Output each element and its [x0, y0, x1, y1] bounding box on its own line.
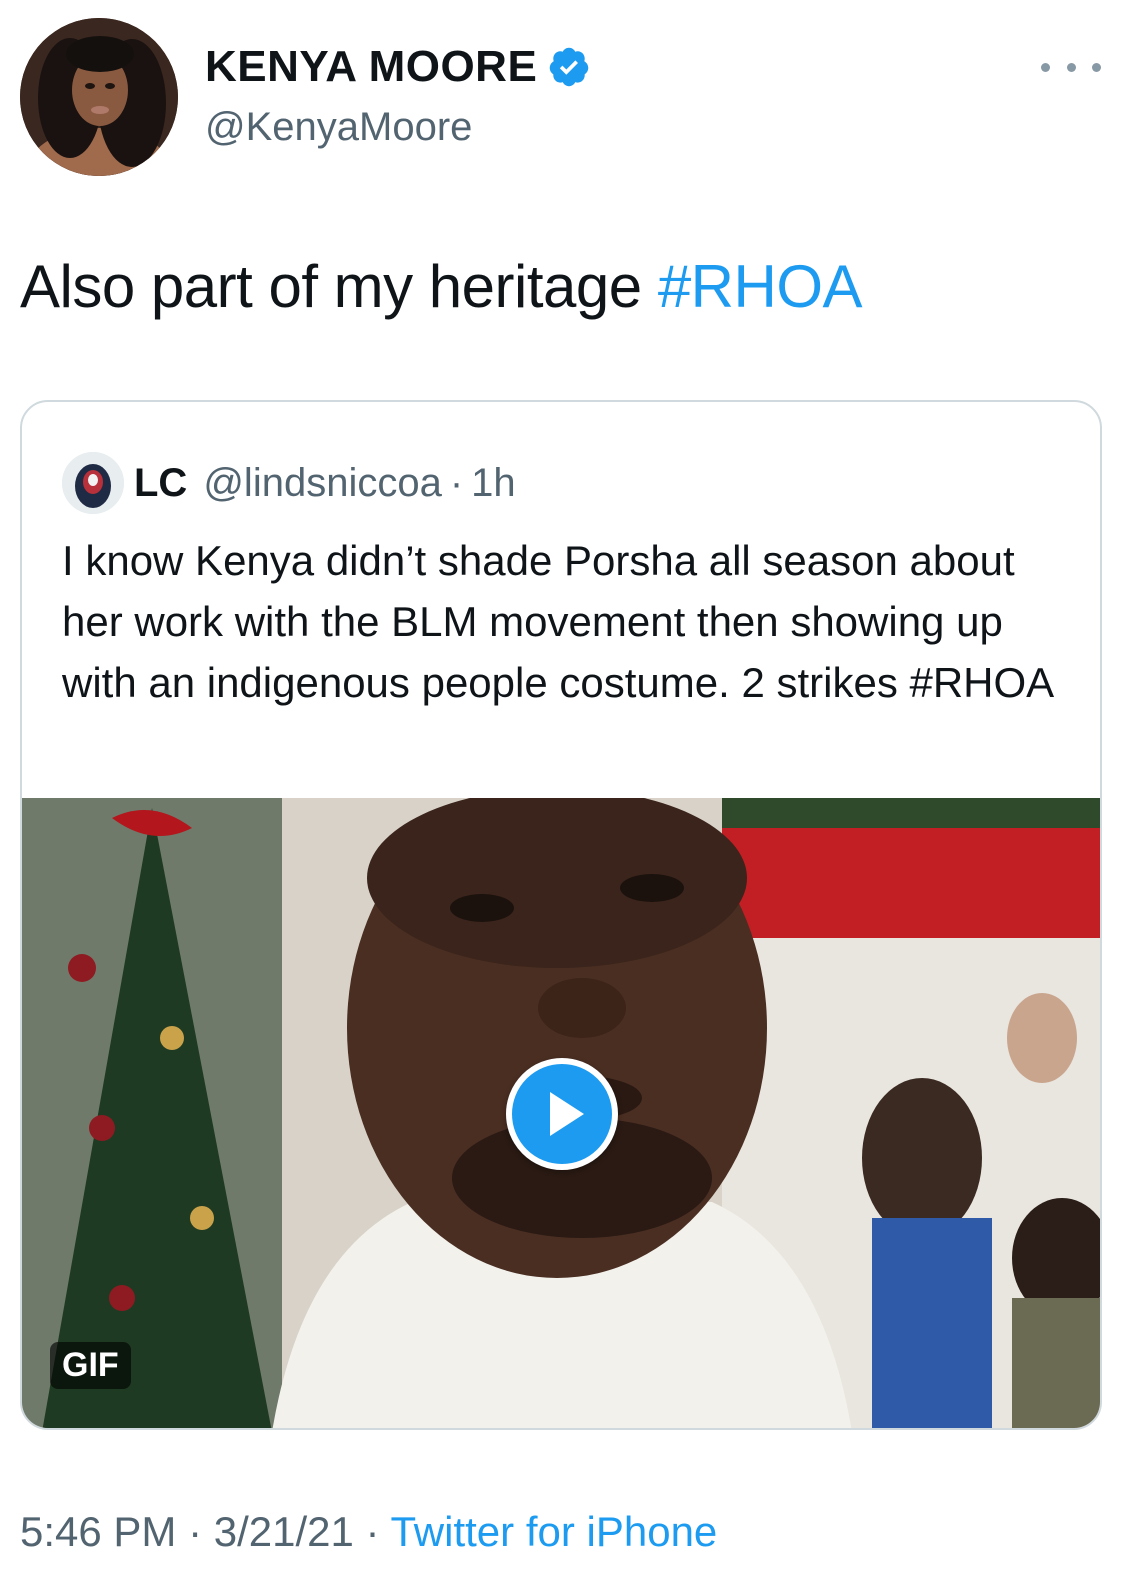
more-dot: [1041, 62, 1050, 72]
author-avatar[interactable]: [20, 18, 178, 176]
tweet-source-link[interactable]: Twitter for iPhone: [390, 1508, 717, 1555]
quoted-tweet-card[interactable]: LC @lindsniccoa · 1h I know Kenya didn’t…: [20, 400, 1102, 1430]
tweet-time[interactable]: 5:46 PM: [20, 1508, 176, 1555]
tweet-metadata: 5:46 PM · 3/21/21 · Twitter for iPhone: [20, 1508, 717, 1556]
gif-media[interactable]: GIF: [22, 798, 1100, 1428]
play-icon: [550, 1092, 584, 1136]
play-button[interactable]: [506, 1058, 618, 1170]
more-dot: [1066, 62, 1076, 72]
tweet-date[interactable]: 3/21/21: [214, 1508, 354, 1555]
quoted-separator: ·: [449, 460, 464, 505]
quoted-tweet-header: LC @lindsniccoa · 1h: [62, 452, 516, 514]
quoted-timestamp[interactable]: 1h: [471, 461, 516, 506]
quoted-tweet-text: I know Kenya didn’t shade Porsha all sea…: [62, 537, 1055, 706]
tweet-text: Also part of my heritage #RHOA: [20, 252, 863, 321]
verified-badge-icon: [550, 47, 589, 87]
tweet-hashtag-link[interactable]: #RHOA: [658, 253, 863, 320]
more-dot: [1092, 62, 1101, 72]
meta-separator: ·: [176, 1508, 214, 1555]
quoted-author-name[interactable]: LC: [134, 461, 187, 506]
quoted-author-avatar[interactable]: [62, 452, 124, 514]
author-name-row[interactable]: KENYA MOORE: [205, 42, 591, 92]
author-display-name[interactable]: KENYA MOORE: [205, 42, 537, 92]
author-handle[interactable]: @KenyaMoore: [205, 105, 472, 150]
more-options-icon[interactable]: [1041, 52, 1101, 82]
meta-separator: ·: [353, 1508, 391, 1555]
quoted-avatar-image: [62, 452, 124, 514]
gif-badge: GIF: [50, 1342, 131, 1389]
quoted-author-handle[interactable]: @lindsniccoa: [203, 461, 442, 506]
tweet-body: Also part of my heritage: [20, 253, 658, 320]
avatar-image: [20, 18, 178, 176]
